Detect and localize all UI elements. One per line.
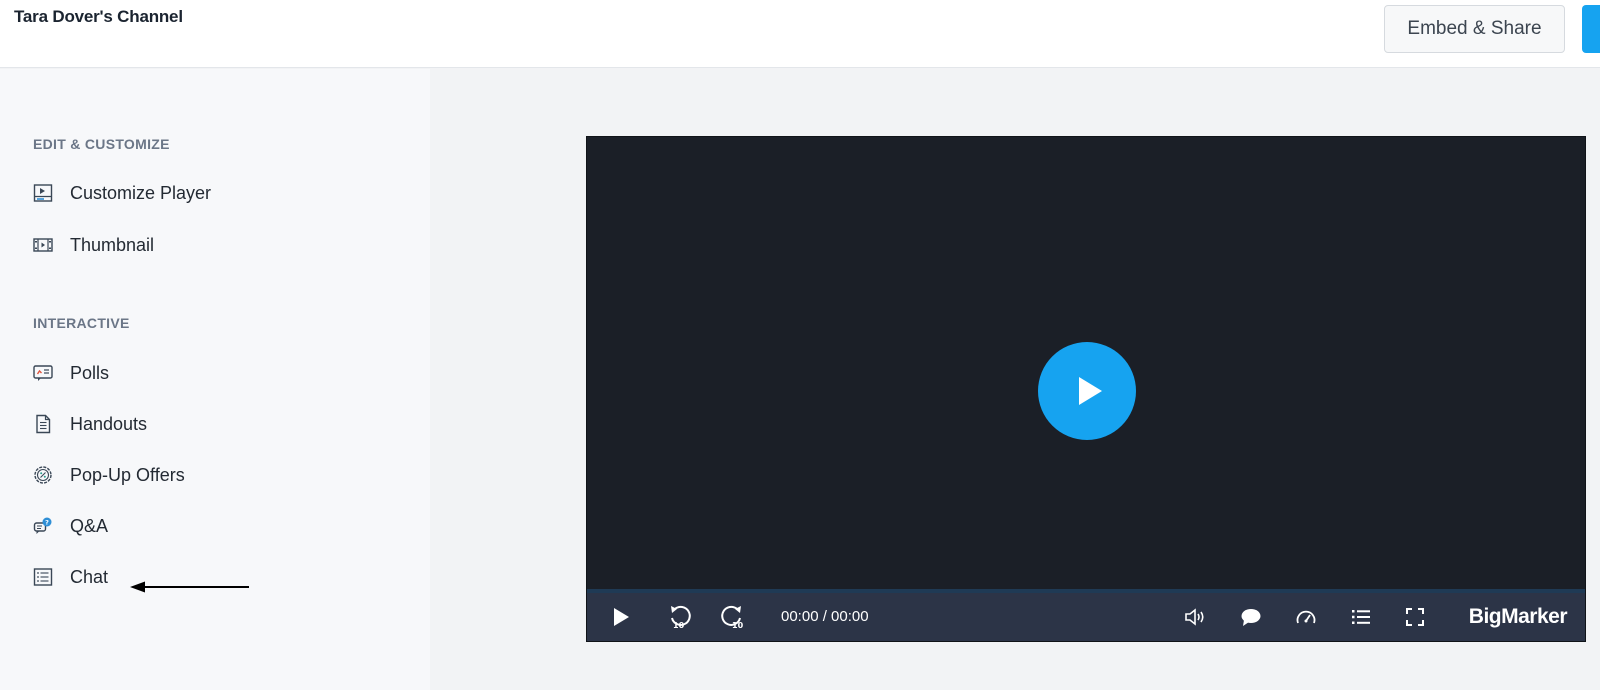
chat-button[interactable] [1239, 605, 1263, 629]
sidebar-item-label: Q&A [70, 515, 109, 536]
section-title-edit-customize: EDIT & CUSTOMIZE [33, 136, 170, 152]
player-controls: 10 10 00:00 / 00:00 BigMarker [587, 593, 1585, 641]
primary-button-edge[interactable] [1582, 5, 1600, 53]
volume-icon [1185, 608, 1204, 626]
video-player[interactable]: 10 10 00:00 / 00:00 BigMarker [586, 136, 1586, 642]
sidebar-item-label: Polls [70, 362, 110, 383]
rewind-10-button[interactable]: 10 [667, 605, 695, 630]
document-icon [32, 413, 54, 435]
poll-icon [32, 362, 54, 384]
big-play-button[interactable] [1038, 342, 1136, 440]
qa-icon: ? [32, 515, 54, 537]
sidebar-item-pop-up-offers[interactable]: Pop-Up Offers [32, 462, 185, 488]
film-icon [32, 234, 54, 256]
player-icon [32, 182, 54, 204]
svg-text:10: 10 [673, 621, 685, 630]
fullscreen-icon [1406, 608, 1424, 626]
play-small-icon [614, 608, 629, 626]
volume-button[interactable] [1183, 605, 1207, 629]
fullscreen-button[interactable] [1403, 605, 1427, 629]
sidebar-item-label: Pop-Up Offers [70, 464, 185, 485]
forward-10-button[interactable]: 10 [719, 605, 747, 630]
svg-text:10: 10 [732, 621, 744, 630]
sidebar-item-polls[interactable]: Polls [32, 360, 109, 386]
sidebar-item-chat[interactable]: Chat [32, 564, 108, 590]
chat-bubble-icon [1241, 609, 1261, 626]
rewind-10-icon: 10 [671, 605, 691, 630]
time-display: 00:00 / 00:00 [781, 608, 869, 625]
offer-icon [32, 464, 54, 486]
sidebar-item-handouts[interactable]: Handouts [32, 411, 147, 437]
sidebar-item-label: Chat [70, 566, 109, 587]
play-button[interactable] [609, 605, 633, 629]
speedometer-icon [1296, 610, 1316, 624]
channel-title: Tara Dover's Channel [14, 7, 183, 26]
speed-button[interactable] [1294, 605, 1318, 629]
top-bar: Tara Dover's Channel Embed & Share [0, 0, 1600, 68]
sidebar-item-label: Customize Player [70, 182, 212, 203]
sidebar: EDIT & CUSTOMIZE Customize Player Thumbn… [0, 69, 430, 690]
sidebar-item-qa[interactable]: ? Q&A [32, 513, 108, 539]
brand-logo: BigMarker [1468, 605, 1568, 628]
play-icon [1079, 377, 1102, 405]
forward-10-icon: 10 [721, 605, 744, 630]
annotation-arrow-icon [130, 581, 249, 593]
sidebar-item-customize-player[interactable]: Customize Player [32, 180, 211, 206]
chat-list-icon [32, 566, 54, 588]
chapters-button[interactable] [1349, 605, 1373, 629]
sidebar-item-thumbnail[interactable]: Thumbnail [32, 232, 154, 258]
svg-text:?: ? [45, 518, 49, 526]
sidebar-item-label: Thumbnail [70, 234, 155, 255]
embed-share-button[interactable]: Embed & Share [1384, 5, 1565, 53]
section-title-interactive: INTERACTIVE [33, 315, 130, 331]
list-icon [1352, 610, 1370, 624]
sidebar-item-label: Handouts [70, 413, 148, 434]
